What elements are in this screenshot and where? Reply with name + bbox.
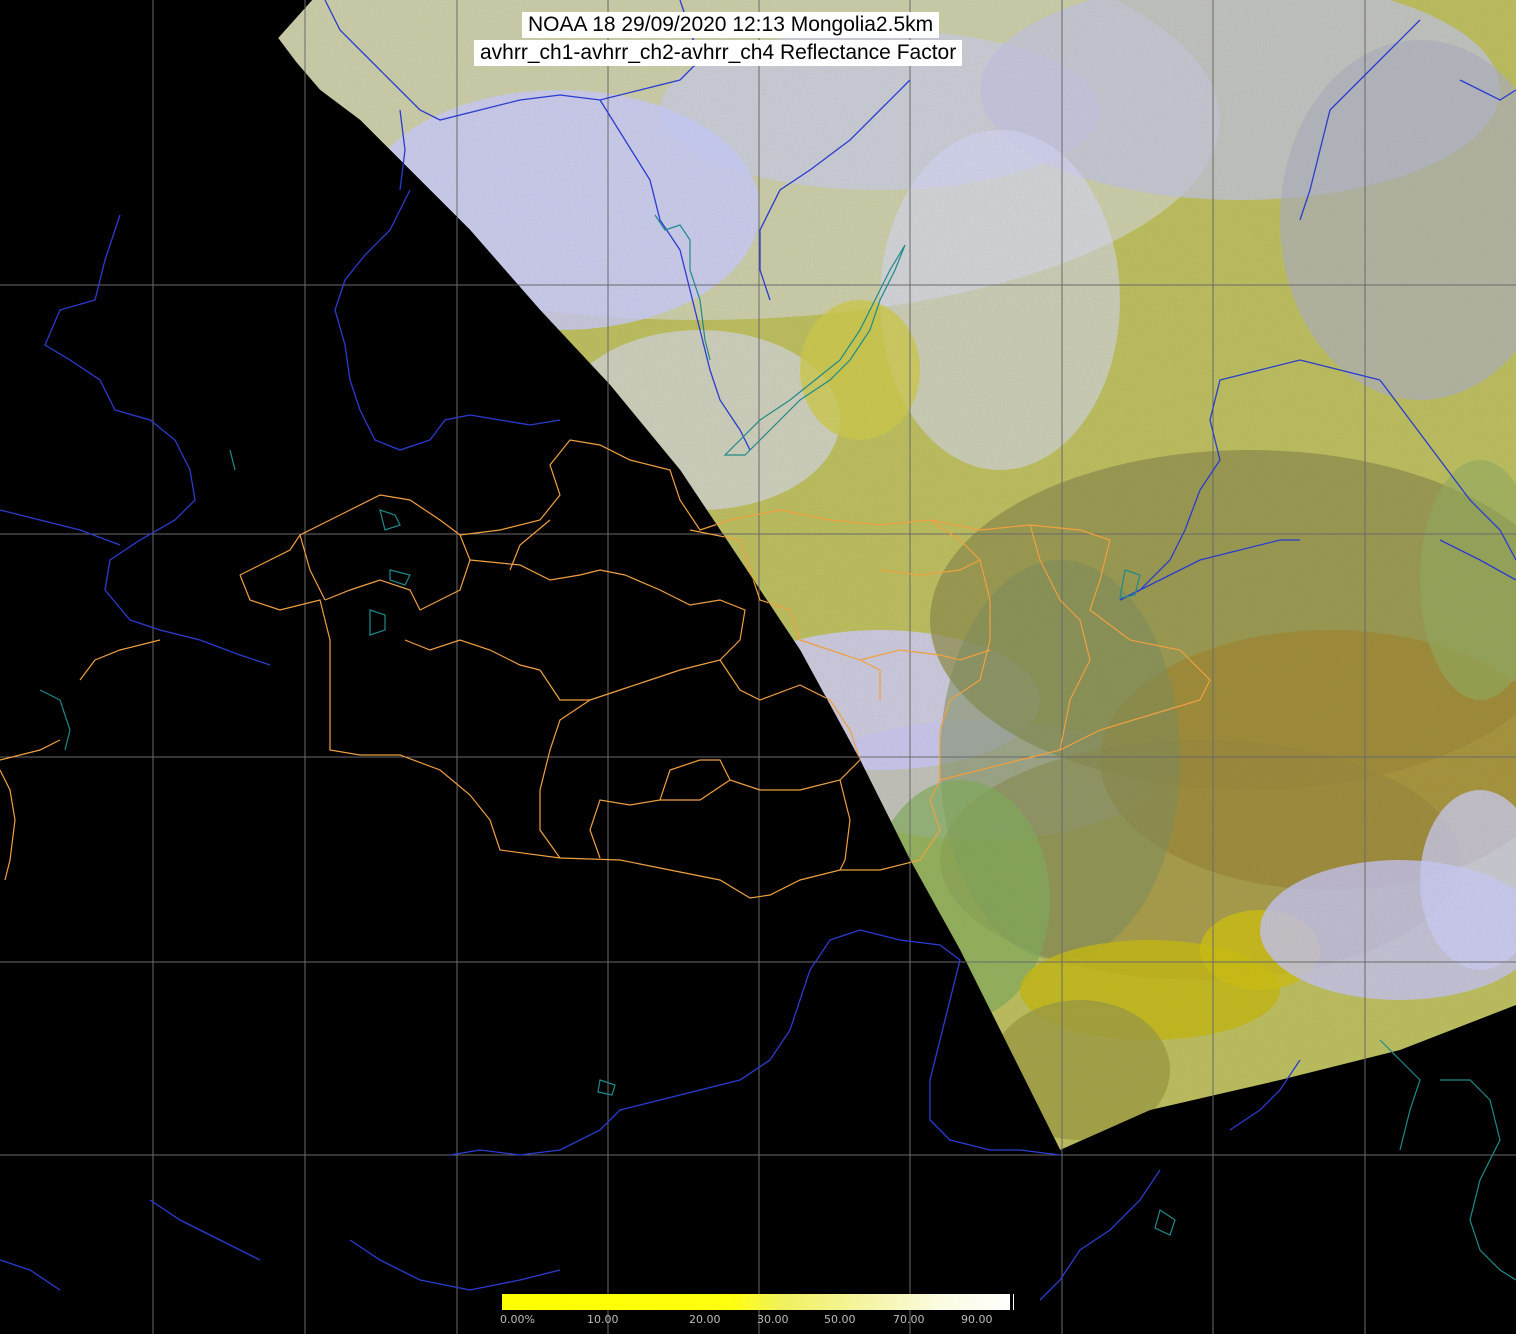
colorbar-end-mark <box>1010 1294 1013 1310</box>
colorbar <box>502 1294 1014 1310</box>
colorbar-tick-5: 70.00 <box>893 1313 925 1326</box>
satellite-map <box>0 0 1516 1334</box>
colorbar-tick-6: 90.00 <box>961 1313 993 1326</box>
colorbar-tick-1: 10.00 <box>587 1313 619 1326</box>
map-subtitle: avhrr_ch1-avhrr_ch2-avhrr_ch4 Reflectanc… <box>474 40 963 66</box>
map-title: NOAA 18 29/09/2020 12:13 Mongolia2.5km <box>522 12 940 38</box>
colorbar-tick-4: 50.00 <box>824 1313 856 1326</box>
colorbar-tick-3: 30.00 <box>757 1313 789 1326</box>
colorbar-tick-2: 20.00 <box>689 1313 721 1326</box>
colorbar-fill <box>502 1294 1014 1310</box>
colorbar-tick-0: 0.00% <box>500 1313 535 1326</box>
